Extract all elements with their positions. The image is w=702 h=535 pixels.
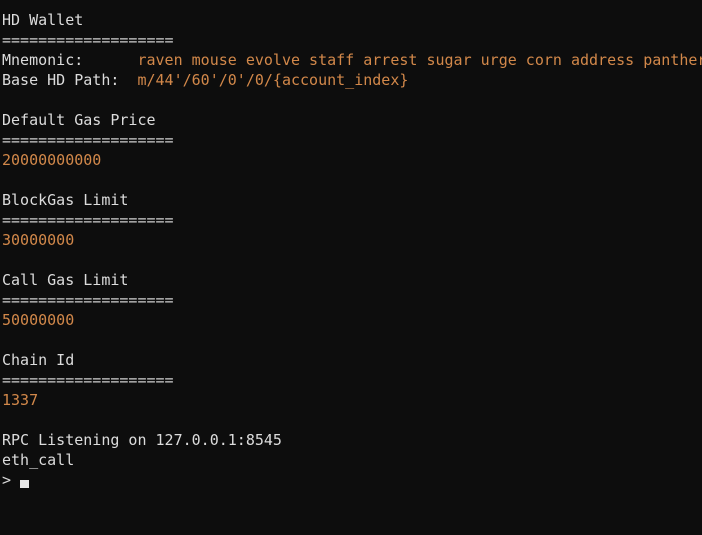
mnemonic-value: raven mouse evolve staff arrest sugar ur… <box>137 51 702 69</box>
base-hd-path-label: Base HD Path: <box>2 71 138 89</box>
call-gas-limit-heading: Call Gas Limit <box>2 271 129 289</box>
chain-id-separator: =================== <box>2 371 174 389</box>
call-gas-limit-separator: =================== <box>2 291 174 309</box>
rpc-status-line: RPC Listening on 127.0.0.1:8545 <box>2 431 282 449</box>
block-gas-limit-value: 30000000 <box>2 231 75 249</box>
hd-wallet-separator: =================== <box>2 31 174 49</box>
call-gas-limit-value: 50000000 <box>2 311 75 329</box>
terminal-window[interactable]: HD Wallet =================== Mnemonic: … <box>0 0 702 535</box>
text-cursor <box>20 480 30 488</box>
log-entry-line: eth_call <box>2 451 75 469</box>
hd-wallet-heading: HD Wallet <box>2 11 84 29</box>
prompt-symbol: > <box>2 471 12 489</box>
block-gas-limit-heading: BlockGas Limit <box>2 191 129 209</box>
default-gas-price-heading: Default Gas Price <box>2 111 156 129</box>
chain-id-heading: Chain Id <box>2 351 75 369</box>
default-gas-price-separator: =================== <box>2 131 174 149</box>
default-gas-price-value: 20000000000 <box>2 151 102 169</box>
base-hd-path-row: Base HD Path: m/44'/60'/0'/0/{account_in… <box>2 70 702 90</box>
chain-id-value: 1337 <box>2 391 39 409</box>
mnemonic-label: Mnemonic: <box>2 51 138 69</box>
block-gas-limit-separator: =================== <box>2 211 174 229</box>
base-hd-path-value: m/44'/60'/0'/0/{account_index} <box>137 71 409 89</box>
mnemonic-row: Mnemonic: raven mouse evolve staff arres… <box>2 50 702 70</box>
command-prompt-row[interactable]: > <box>2 470 702 490</box>
